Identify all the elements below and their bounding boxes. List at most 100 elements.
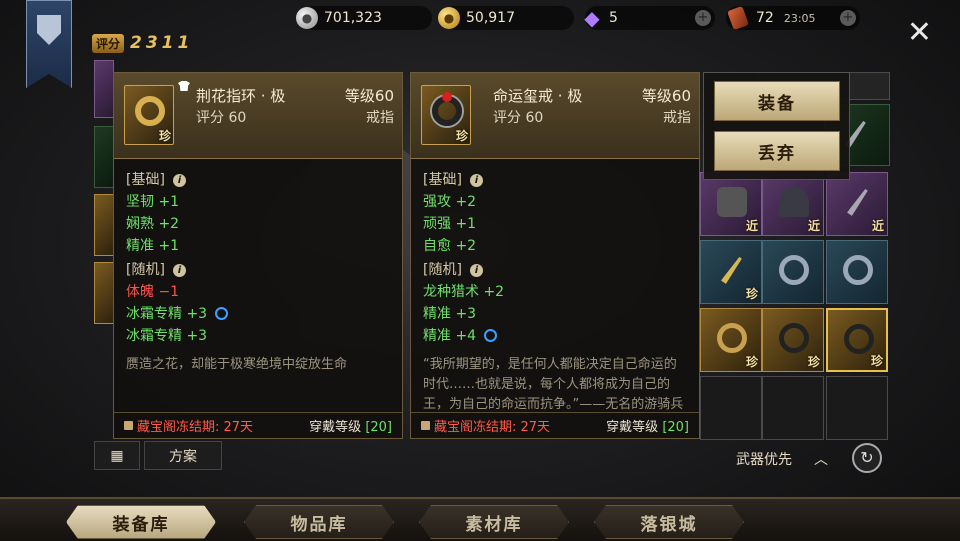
ring-icon: 珍 — [124, 85, 174, 145]
trade-lock: 藏宝阁冻结期: 27天 — [124, 416, 253, 435]
inventory-slot[interactable]: 近 — [762, 172, 824, 236]
lock-icon — [421, 421, 430, 430]
helmet-icon — [779, 187, 809, 217]
item-tooltip-equipped: 珍 荆花指环 · 极 等级60 评分 60 戒指 [基础] i 坚韧 +1 娴熟 … — [113, 72, 403, 439]
silver-value: 701,323 — [324, 10, 382, 26]
gem-counter: ◆ 5 + — [584, 6, 715, 30]
random-section-label: [随机] i — [423, 259, 687, 281]
tooltip-footer: 藏宝阁冻结期: 27天 穿戴等级 [20] — [411, 412, 699, 438]
gold-counter: ● 50,917 — [438, 6, 574, 30]
discard-button[interactable]: 丢弃 — [714, 131, 840, 171]
equip-button[interactable]: 装备 — [714, 81, 840, 121]
tab-equipment[interactable]: 装备库 — [66, 505, 216, 539]
scheme-button[interactable]: 方案 — [144, 441, 222, 470]
inventory-slot[interactable] — [94, 126, 114, 188]
resource-bar: ● 701,323 ● 50,917 ◆ 5 + 72 23:05 + — [0, 4, 960, 32]
inventory-slot[interactable] — [94, 262, 114, 324]
armor-icon — [717, 187, 747, 217]
lock-icon — [124, 421, 133, 430]
inventory-slot[interactable] — [826, 240, 888, 304]
chevron-up-icon: ︿ — [814, 452, 828, 468]
stat-line: 坚韧 +1 — [126, 194, 180, 210]
ring-icon — [779, 323, 809, 353]
wear-level: 穿戴等级 [20] — [309, 420, 392, 435]
inventory-slot[interactable] — [94, 60, 114, 118]
bottom-tab-bar: 装备库 物品库 素材库 落银城 — [0, 497, 960, 541]
inventory-slot[interactable] — [94, 194, 114, 256]
inventory-slot-empty[interactable] — [700, 376, 762, 440]
inventory-slot-selected[interactable]: 珍 — [826, 308, 888, 372]
info-icon[interactable]: i — [469, 173, 483, 187]
stamina-value: 72 — [756, 10, 774, 26]
stat-line: 自愈 +2 — [423, 238, 477, 254]
item-level: 等级60 — [641, 87, 691, 105]
item-level: 等级60 — [344, 87, 394, 105]
inventory-slot[interactable]: 近 — [826, 172, 888, 236]
gem-value: 5 — [609, 10, 618, 26]
item-type: 戒指 — [366, 110, 394, 126]
add-stamina-button[interactable]: + — [840, 10, 856, 26]
inventory-slot-empty[interactable] — [762, 376, 824, 440]
close-icon[interactable]: ✕ — [907, 18, 932, 48]
basic-section-label: [基础] i — [126, 169, 390, 191]
item-name: 荆花指环 · 极 — [196, 87, 286, 105]
inventory-slot[interactable]: 珍 — [762, 308, 824, 372]
tooltip-header: 珍 命运玺戒 · 极 等级60 评分 60 戒指 — [411, 73, 699, 159]
add-gem-button[interactable]: + — [695, 10, 711, 26]
stamina-timer: 23:05 — [783, 11, 816, 25]
gold-coin-icon: ● — [438, 7, 460, 29]
tab-materials[interactable]: 素材库 — [419, 505, 569, 539]
ring-icon — [843, 255, 873, 285]
stamina-card-icon — [727, 5, 749, 31]
info-icon[interactable]: i — [172, 173, 186, 187]
item-tooltip-selected: 珍 命运玺戒 · 极 等级60 评分 60 戒指 [基础] i 强攻 +2 顽强 … — [410, 72, 700, 439]
item-score: 评分 60 — [493, 110, 544, 126]
refine-icon — [484, 329, 498, 342]
wear-level: 穿戴等级 [20] — [606, 420, 689, 435]
inventory-slot[interactable]: 珍 — [700, 240, 762, 304]
item-description: 赝造之花，却能于极寒绝境中绽放生命 — [126, 357, 348, 372]
inventory-slot[interactable]: 近 — [700, 172, 762, 236]
item-name: 命运玺戒 · 极 — [493, 87, 583, 105]
sort-label: 武器优先 — [736, 452, 792, 468]
silver-counter: ● 701,323 — [296, 6, 432, 30]
stat-line: 体魄 −1 — [126, 284, 180, 300]
gear-score: 评分 2311 — [92, 33, 193, 53]
info-icon[interactable]: i — [172, 263, 186, 277]
sort-dropdown[interactable]: 武器优先 ︿ — [726, 445, 838, 473]
stat-line-refined: 精准 +4 — [423, 325, 687, 347]
info-icon[interactable]: i — [469, 263, 483, 277]
stat-line: 精准 +3 — [423, 306, 477, 322]
silver-coin-icon: ● — [296, 7, 318, 29]
equipped-shirt-icon — [178, 81, 190, 91]
item-action-menu: 装备 丢弃 — [703, 72, 850, 180]
stat-line: 精准 +1 — [126, 238, 180, 254]
stat-line: 龙种猎术 +2 — [423, 284, 505, 300]
ring-icon — [844, 324, 874, 354]
inventory-slot[interactable]: 珍 — [700, 308, 762, 372]
stat-line: 强攻 +2 — [423, 194, 477, 210]
inventory-slot[interactable] — [762, 240, 824, 304]
tab-luoyin-city[interactable]: 落银城 — [594, 505, 744, 539]
ring-icon — [717, 323, 747, 353]
tab-items[interactable]: 物品库 — [244, 505, 394, 539]
score-value: 2311 — [130, 33, 194, 53]
inventory-toolbar: ▦ 方案 — [94, 441, 222, 470]
tooltip-footer: 藏宝阁冻结期: 27天 穿戴等级 [20] — [114, 412, 402, 438]
score-label: 评分 — [92, 33, 125, 53]
item-description: “我所期望的，是任何人都能决定自己命运的时代……也就是说，每个人都将成为自己的王… — [423, 357, 684, 412]
inventory-slot-empty[interactable] — [826, 376, 888, 440]
basic-section-label: [基础] i — [423, 169, 687, 191]
stat-line-refined: 冰霜专精 +3 — [126, 303, 390, 325]
gold-value: 50,917 — [466, 10, 515, 26]
ring-icon — [779, 255, 809, 285]
item-type: 戒指 — [663, 110, 691, 126]
diamond-icon: ◆ — [584, 6, 600, 30]
stat-line: 冰霜专精 +3 — [126, 328, 208, 344]
refresh-icon[interactable]: ↻ — [852, 443, 882, 473]
refine-icon — [215, 307, 229, 320]
grid-view-icon[interactable]: ▦ — [94, 441, 140, 470]
stat-line: 顽强 +1 — [423, 216, 477, 232]
ring-icon: 珍 — [421, 85, 471, 145]
item-score: 评分 60 — [196, 110, 247, 126]
